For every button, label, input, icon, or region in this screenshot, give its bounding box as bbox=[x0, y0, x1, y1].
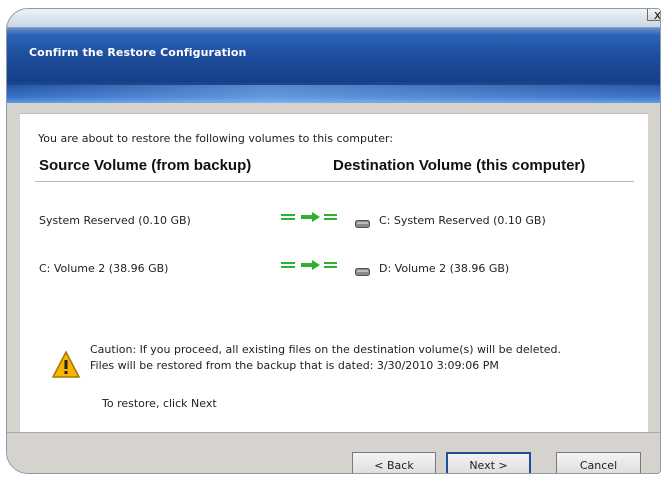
caution-line-1: Caution: If you proceed, all existing fi… bbox=[90, 343, 562, 356]
header-divider bbox=[35, 181, 634, 182]
close-button[interactable]: x bbox=[647, 9, 660, 21]
green-arrow-icon bbox=[281, 259, 365, 273]
caution-message: Caution: If you proceed, all existing fi… bbox=[90, 342, 561, 374]
next-button[interactable]: Next > bbox=[446, 452, 531, 473]
source-volume-cell: C: Volume 2 (38.96 GB) bbox=[39, 262, 169, 275]
intro-text: You are about to restore the following v… bbox=[38, 132, 394, 145]
caution-line-2: Files will be restored from the backup t… bbox=[90, 359, 499, 372]
warning-icon bbox=[51, 350, 81, 380]
green-arrow-icon bbox=[281, 211, 365, 225]
dialog-header: x Confirm the Restore Configuration bbox=[7, 9, 660, 103]
hard-drive-icon bbox=[355, 214, 370, 228]
dialog-title: Confirm the Restore Configuration bbox=[29, 46, 247, 59]
restore-dialog: x Confirm the Restore Configuration You … bbox=[6, 8, 661, 474]
source-volume-header: Source Volume (from backup) bbox=[39, 157, 252, 174]
window-titlebar bbox=[7, 9, 660, 28]
restore-hint: To restore, click Next bbox=[102, 397, 217, 410]
destination-volume-cell: C: System Reserved (0.10 GB) bbox=[379, 214, 546, 227]
back-button[interactable]: < Back bbox=[352, 452, 436, 473]
hard-drive-icon bbox=[355, 262, 370, 276]
destination-volume-cell: D: Volume 2 (38.96 GB) bbox=[379, 262, 510, 275]
cancel-button[interactable]: Cancel bbox=[556, 452, 641, 473]
source-volume-cell: System Reserved (0.10 GB) bbox=[39, 214, 191, 227]
destination-volume-header: Destination Volume (this computer) bbox=[333, 157, 586, 174]
